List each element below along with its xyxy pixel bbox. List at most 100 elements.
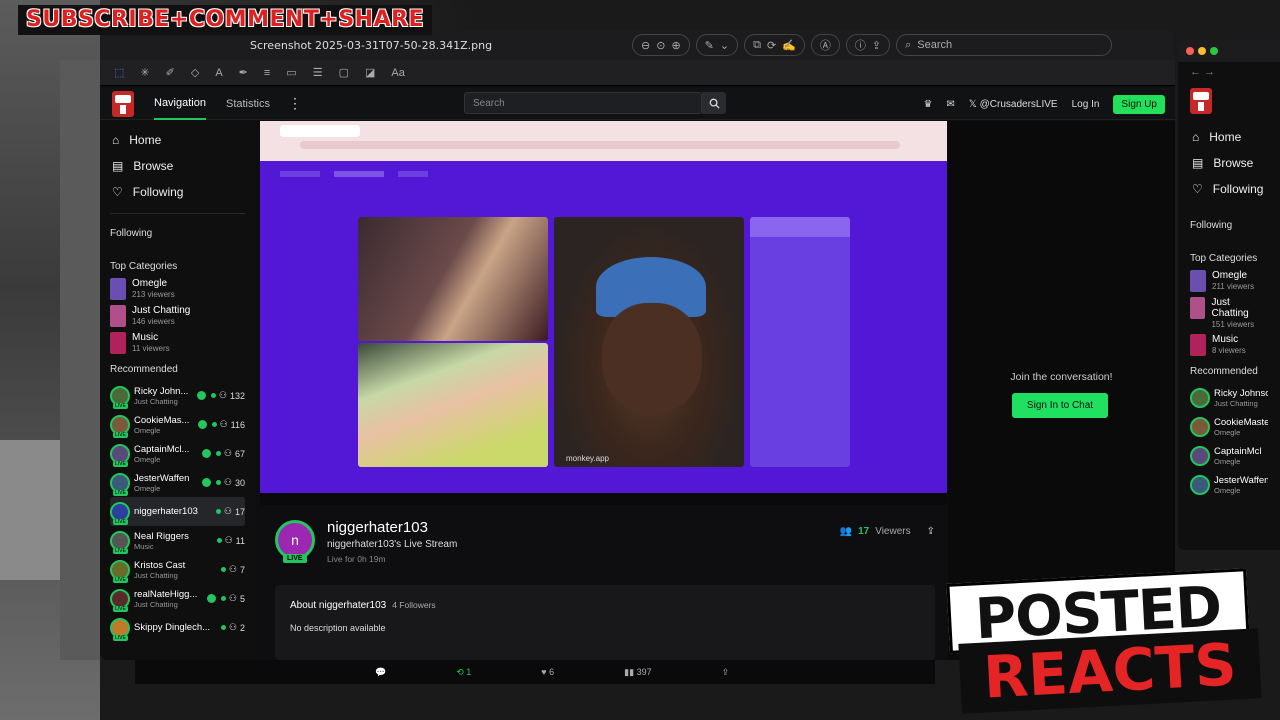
category-item[interactable]: Just Chatting 146 viewers [110,305,245,327]
share-icon[interactable]: ⇪ [872,39,881,52]
recommended-channel[interactable]: LIVE JesterWaffen Omegle ⚇ 30 [110,468,245,497]
video-tile-4 [750,217,850,467]
heart-icon: ♡ [112,185,123,199]
views-button[interactable]: ▮▮ 397 [624,667,651,678]
annotate-icon[interactable]: Ⓐ [820,37,831,53]
more-icon[interactable]: ⋮ [288,95,302,112]
info-icon[interactable]: ⓘ [855,37,866,53]
recommended-channel[interactable]: LIVE Kristos Cast Just Chatting ⚇ 7 [110,555,245,584]
mail-icon[interactable]: ✉ [946,99,954,110]
category-viewers: 213 viewers [132,290,175,299]
avatar: LIVE [110,617,130,641]
sign-icon[interactable]: ✍ [782,39,796,52]
close-icon[interactable] [1186,47,1194,55]
zoom-in-icon[interactable]: ⊕ [671,39,680,52]
repost-button[interactable]: ⟲ 1 [456,667,471,678]
signup-button[interactable]: Sign Up [1113,94,1165,114]
login-button[interactable]: Log In [1072,99,1100,110]
viewers-number: 17 [858,526,870,537]
window-filename: Screenshot 2025-03-31T07-50-28.341Z.png [250,38,493,52]
instant-alpha-icon[interactable]: ✳ [140,66,149,79]
recommended-channel[interactable]: LIVE CaptainMcl... Omegle ⚇ 67 [110,439,245,468]
video-player[interactable]: monkey.app [260,121,947,493]
border-color-icon[interactable]: ▢ [339,66,349,79]
minimize-icon[interactable] [1198,47,1206,55]
viewer-count-number: 5 [239,593,245,604]
recommended-channel[interactable]: CookieMaster Omegle [1190,412,1268,441]
viewer-search[interactable]: ⌕ Search [896,34,1113,56]
category-item[interactable]: Music 11 viewers [110,332,245,354]
like-button[interactable]: ♥ 6 [541,667,554,677]
pen-icon[interactable]: ✎ [705,39,714,52]
category-item[interactable]: Just Chatting 151 viewers [1190,297,1268,329]
site-logo[interactable] [112,90,134,117]
tab-navigation[interactable]: Navigation [154,88,206,120]
category-viewers: 211 viewers [1212,282,1255,291]
sidebar-item-home[interactable]: ⌂ Home [110,127,245,153]
recommended-channel[interactable]: LIVE Skippy Dinglech... ⚇ 2 [110,613,245,642]
sidebar-item-label: Browse [133,159,174,173]
channel-name: CaptainMcl [1214,445,1262,457]
site-search-input[interactable]: Search [464,92,702,114]
tab-statistics[interactable]: Statistics [226,88,270,120]
recommended-channel[interactable]: LIVE Ricky John... Just Chatting ⚇ 132 [110,381,245,410]
text-box-icon[interactable]: A [215,67,222,79]
share-icon[interactable]: ⇪ [722,667,730,678]
zoom-fit-icon[interactable]: ⊙ [656,39,665,52]
streamer-name[interactable]: niggerhater103 [327,519,428,536]
reply-icon[interactable]: 💬 [375,667,386,678]
fill-color-icon[interactable]: ◪ [365,66,375,79]
chevron-down-icon[interactable]: ⌄ [720,39,729,52]
selection-icon[interactable]: ⬚ [114,66,124,79]
site-logo[interactable] [1190,88,1212,114]
twitter-link[interactable]: 𝕏 @CrusadersLIVE [969,99,1058,110]
back-icon[interactable]: ← → [1178,62,1280,82]
recommended-channel[interactable]: CaptainMcl Omegle [1190,441,1268,470]
browse-icon: ▤ [1192,156,1204,170]
recommended-channel[interactable]: LIVE CookieMas... Omegle ⚇ 116 [110,410,245,439]
crown-icon[interactable]: ♛ [923,99,932,110]
share-icon[interactable]: ⇪ [927,526,935,537]
rotate-icon[interactable]: ⟳ [767,39,776,52]
signature-icon[interactable]: ✒ [239,66,248,79]
category-item[interactable]: Music 8 viewers [1190,334,1268,356]
recommended-channel[interactable]: LIVE niggerhater103 ⚇ 17 [110,497,245,526]
site-search-button[interactable] [702,92,726,114]
followers-count[interactable]: 4 Followers [392,600,435,610]
category-thumbnail [110,305,126,327]
sidebar-item-following[interactable]: ♡ Following [110,179,245,205]
recommended-channel[interactable]: Ricky JohnsonJust Chatting [1190,383,1268,412]
sidebar-item-browse[interactable]: ▤ Browse [1190,150,1268,176]
recommended-channel[interactable]: LIVE Neal Riggers Music ⚇ 11 [110,526,245,555]
category-item[interactable]: Omegle 213 viewers [110,278,245,300]
line-style-icon[interactable]: ☰ [313,66,323,79]
crop-icon[interactable]: ⧉ [753,39,761,52]
channel-category: Omegle [134,425,161,435]
text-style-icon[interactable]: Aa [391,67,404,79]
maximize-icon[interactable] [1210,47,1218,55]
note-icon[interactable]: ≡ [264,67,270,79]
live-dot-icon [216,538,222,543]
sidebar-item-browse[interactable]: ▤ Browse [110,153,245,179]
live-dot-icon [211,422,217,427]
sidebar-item-following[interactable]: ♡ Following [1190,176,1268,202]
markup-controls[interactable]: ✎ ⌄ [695,34,739,56]
sign-in-chat-button[interactable]: Sign In to Chat [1012,393,1108,418]
live-tag: LIVE [113,402,128,409]
recommended-channel[interactable]: LIVE realNateHigg... Just Chatting ⚇ 5 [110,584,245,613]
viewers-icon: ⚇ [228,564,237,574]
adjust-size-icon[interactable]: ▭ [286,66,296,79]
sidebar-item-home[interactable]: ⌂ Home [1190,124,1268,150]
shapes-icon[interactable]: ◇ [191,66,199,79]
zoom-controls[interactable]: ⊖ ⊙ ⊕ [632,34,690,56]
zoom-out-icon[interactable]: ⊖ [641,39,650,52]
info-share-controls[interactable]: ⓘ ⇪ [845,34,891,56]
avatar: LIVE [110,501,130,525]
category-viewers: 146 viewers [132,317,175,326]
edit-controls[interactable]: ⧉ ⟳ ✍ [744,34,805,56]
sketch-icon[interactable]: ✐ [166,66,175,79]
annotate-button[interactable]: Ⓐ [810,34,840,56]
category-item[interactable]: Omegle 211 viewers [1190,270,1268,292]
recommended-channel[interactable]: JesterWaffen Omegle [1190,470,1268,499]
social-action-bar: 💬 ⟲ 1 ♥ 6 ▮▮ 397 ⇪ [135,660,935,684]
